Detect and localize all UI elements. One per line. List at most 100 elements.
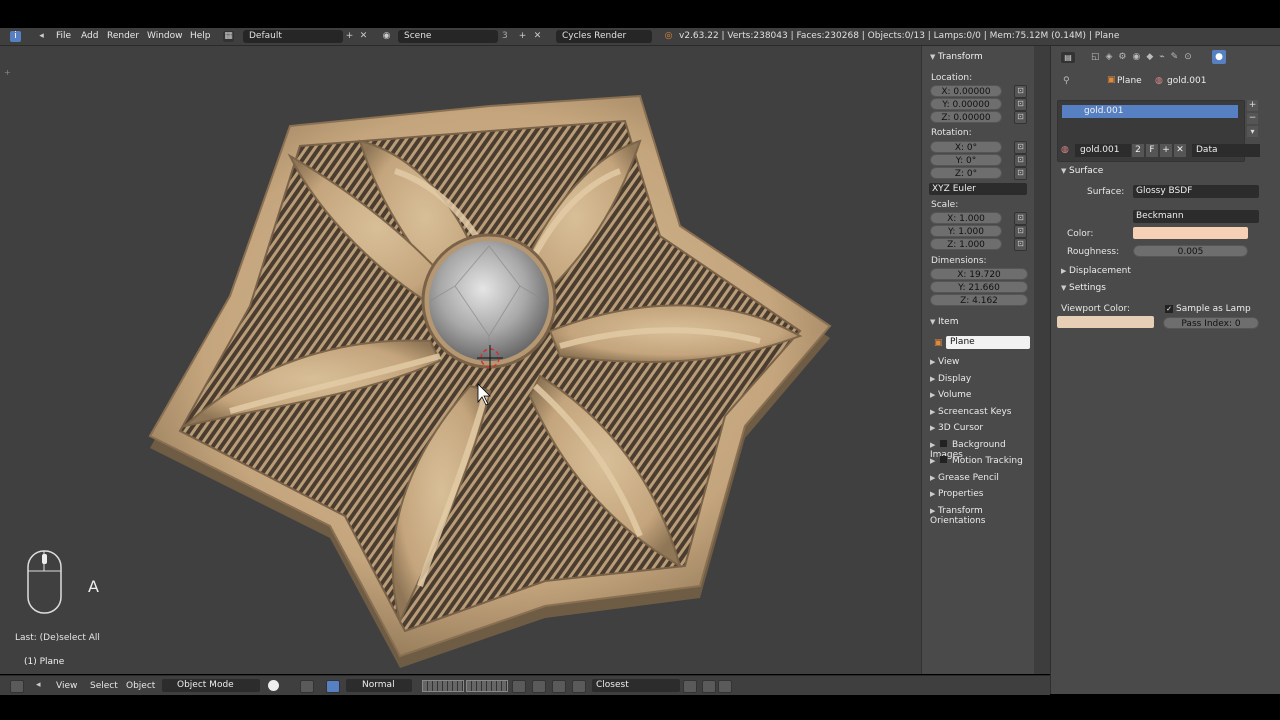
screencast-keys-panel-header[interactable]: ▶ Screencast Keys [930, 407, 1012, 417]
motion-tracking-panel-header[interactable]: ▶ Motion Tracking [930, 456, 1023, 466]
snap-target-select[interactable]: Closest [592, 679, 680, 692]
menu-add[interactable]: Add [81, 31, 98, 41]
item-panel-header[interactable]: ▼ Item [930, 317, 959, 327]
dimension-z-field[interactable]: Z: 4.162 [930, 294, 1028, 306]
pivot-icon[interactable] [300, 680, 314, 693]
region-divider[interactable] [1034, 46, 1050, 674]
menu-object[interactable]: Object [126, 681, 155, 691]
pass-index-field[interactable]: Pass Index: 0 [1163, 317, 1259, 329]
collapse-menu-icon[interactable]: ◂ [36, 680, 41, 690]
new-material-icon[interactable]: + [1160, 144, 1172, 157]
render-engine-select[interactable]: Cycles Render [556, 30, 652, 43]
dimension-y-field[interactable]: Y: 21.660 [930, 281, 1028, 293]
material-slot-item[interactable]: gold.001 [1062, 105, 1238, 118]
rotation-z-field[interactable]: Z: 0° [930, 167, 1002, 179]
rotation-y-field[interactable]: Y: 0° [930, 154, 1002, 166]
unlink-material-icon[interactable]: ✕ [1174, 144, 1186, 157]
breadcrumb-object: Plane [1117, 76, 1142, 86]
checkbox-icon[interactable] [940, 456, 947, 463]
opengl-anim-icon[interactable] [718, 680, 732, 693]
transform-orientations-panel-header[interactable]: ▶ Transform Orientations [930, 506, 1035, 526]
add-slot-icon[interactable]: + [1247, 100, 1258, 111]
pin-icon[interactable]: ⚲ [1063, 76, 1070, 86]
layers-grid[interactable] [466, 680, 508, 692]
material-name-field[interactable]: gold.001 [1075, 144, 1131, 157]
lock-icon[interactable]: ⊡ [1014, 212, 1027, 225]
manipulator-icon[interactable] [326, 680, 340, 693]
material-browse-icon[interactable]: ◍ [1061, 145, 1069, 155]
lock-icon[interactable]: ⊡ [1014, 141, 1027, 154]
display-panel-header[interactable]: ▶ Display [930, 374, 971, 384]
snap-element-icon[interactable] [572, 680, 586, 693]
lock-icon[interactable]: ⊡ [1014, 111, 1027, 124]
displacement-panel-header[interactable]: ▶ Displacement [1061, 266, 1131, 276]
lock-icon[interactable]: ⊡ [1014, 154, 1027, 167]
remove-layout-icon[interactable]: ✕ [358, 31, 369, 42]
3d-viewport[interactable]: + A Last: (De)select All (1) Plane [0, 46, 921, 674]
add-scene-icon[interactable]: + [517, 31, 528, 42]
fake-user-toggle[interactable]: F [1146, 144, 1158, 157]
distribution-select[interactable]: Beckmann [1133, 210, 1259, 223]
chevron-down-icon[interactable]: ◂ [36, 31, 47, 42]
mode-select[interactable]: Object Mode [162, 679, 260, 692]
lock-icon[interactable]: ⊡ [1014, 238, 1027, 251]
lock-layers-icon[interactable] [512, 680, 526, 693]
viewport-color-swatch[interactable] [1057, 316, 1154, 328]
scale-z-field[interactable]: Z: 1.000 [930, 238, 1002, 250]
info-editor-icon[interactable]: i [10, 31, 21, 42]
transform-panel-header[interactable]: ▼ Transform [930, 52, 983, 62]
menu-render[interactable]: Render [107, 31, 139, 41]
remove-slot-icon[interactable]: − [1247, 113, 1258, 124]
menu-help[interactable]: Help [190, 31, 211, 41]
remove-scene-icon[interactable]: ✕ [532, 31, 543, 42]
properties-panel-header[interactable]: ▶ Properties [930, 489, 983, 499]
context-tabs[interactable]: ◱◈⚙◉◆⌁✎⊙ [1091, 52, 1198, 62]
volume-panel-header[interactable]: ▶ Volume [930, 390, 971, 400]
properties-editor-icon[interactable]: ▤ [1061, 52, 1075, 63]
view-panel-header[interactable]: ▶ View [930, 357, 959, 367]
checkbox-icon[interactable] [940, 440, 947, 447]
surface-panel-header[interactable]: ▼ Surface [1061, 166, 1103, 176]
roughness-field[interactable]: 0.005 [1133, 245, 1248, 257]
add-layout-icon[interactable]: + [344, 31, 355, 42]
viewport-shading-icon[interactable] [268, 680, 279, 691]
dimension-x-field[interactable]: X: 19.720 [930, 268, 1028, 280]
object-name-field[interactable]: Plane [946, 336, 1030, 349]
menu-file[interactable]: File [56, 31, 71, 41]
editor-type-icon[interactable] [10, 680, 24, 693]
location-x-field[interactable]: X: 0.00000 [930, 85, 1002, 97]
material-users[interactable]: 2 [1132, 144, 1144, 157]
opengl-render-icon[interactable] [702, 680, 716, 693]
menu-view[interactable]: View [56, 681, 77, 691]
settings-panel-header[interactable]: ▼ Settings [1061, 283, 1106, 293]
menu-window[interactable]: Window [147, 31, 183, 41]
surface-shader-select[interactable]: Glossy BSDF [1133, 185, 1259, 198]
screen-layout-icon[interactable]: ▦ [223, 31, 234, 42]
color-swatch[interactable] [1133, 227, 1248, 239]
location-y-field[interactable]: Y: 0.00000 [930, 98, 1002, 110]
link-select[interactable]: Data [1192, 144, 1260, 157]
location-z-field[interactable]: Z: 0.00000 [930, 111, 1002, 123]
layout-field[interactable]: Default [243, 30, 343, 43]
lock-icon[interactable]: ⊡ [1014, 167, 1027, 180]
lock-icon[interactable]: ⊡ [1014, 98, 1027, 111]
proportional-edit-icon[interactable] [532, 680, 546, 693]
snap-icon[interactable] [552, 680, 566, 693]
rotation-mode-select[interactable]: XYZ Euler [929, 183, 1027, 195]
transform-orientation-select[interactable]: Normal [346, 679, 412, 692]
scene-field[interactable]: Scene [398, 30, 498, 43]
rotation-x-field[interactable]: X: 0° [930, 141, 1002, 153]
menu-select[interactable]: Select [90, 681, 118, 691]
material-tab-icon[interactable]: ● [1212, 50, 1226, 64]
sample-as-lamp-checkbox[interactable]: ✓ Sample as Lamp [1165, 304, 1251, 314]
flower-pendant-model[interactable] [0, 46, 921, 674]
lock-icon[interactable]: ⊡ [1014, 225, 1027, 238]
grease-pencil-panel-header[interactable]: ▶ Grease Pencil [930, 473, 999, 483]
lock-icon[interactable]: ⊡ [1014, 85, 1027, 98]
slot-menu-icon[interactable]: ▾ [1247, 126, 1258, 137]
align-rotation-icon[interactable] [683, 680, 697, 693]
scale-y-field[interactable]: Y: 1.000 [930, 225, 1002, 237]
3d-cursor-panel-header[interactable]: ▶ 3D Cursor [930, 423, 983, 433]
layers-grid[interactable] [422, 680, 464, 692]
scale-x-field[interactable]: X: 1.000 [930, 212, 1002, 224]
